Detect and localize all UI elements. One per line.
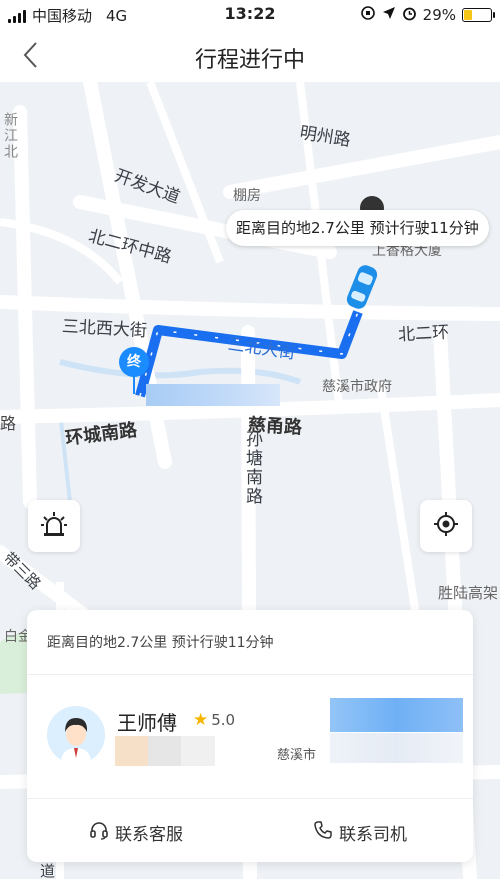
location-arrow-icon — [382, 6, 396, 24]
battery-icon — [462, 8, 495, 22]
rating-value: 5.0 — [211, 711, 236, 729]
card-divider-bottom — [27, 798, 473, 799]
car-icon — [346, 265, 378, 309]
alarm-button[interactable] — [28, 500, 80, 552]
trip-card: 距离目的地2.7公里 预计行驶11分钟 王师傅 ★ 5.0 慈溪市 联系客服 联… — [27, 610, 473, 862]
phone-icon — [313, 820, 333, 845]
driver-name: 王师傅 — [117, 711, 177, 735]
card-divider-top — [27, 674, 473, 675]
card-eta-text: 距离目的地2.7公里 预计行驶11分钟 — [47, 635, 274, 651]
rotation-lock-icon — [360, 5, 376, 25]
contact-service-label: 联系客服 — [115, 825, 183, 845]
star-icon: ★ — [193, 710, 209, 730]
map-label-suntang-south: 孙塘南路 — [242, 430, 262, 506]
battery-percent: 29% — [422, 6, 456, 24]
map-label-cixi-gov: 慈溪市政府 — [322, 379, 392, 395]
page-title: 行程进行中 — [194, 48, 305, 73]
end-marker: 终 — [119, 347, 149, 377]
map-label-pengfang: 棚房 — [233, 188, 261, 204]
car-model-blur — [330, 733, 463, 763]
alarm-light-icon — [39, 509, 69, 543]
destination-label-blur — [146, 384, 280, 406]
status-bar: 中国移动 4G 13:22 29% — [0, 0, 500, 30]
map-label-beierhuan: 北二环 — [397, 322, 450, 346]
eta-bubble: 距离目的地2.7公里 预计行驶11分钟 — [226, 210, 489, 246]
map-label-dao: 道 — [40, 862, 56, 879]
map-label-road-left: 路 — [0, 414, 17, 433]
driver-avatar[interactable] — [47, 706, 105, 764]
status-right: 29% — [360, 5, 495, 25]
end-marker-stem — [133, 376, 135, 394]
contact-driver-button[interactable]: 联系司机 — [313, 820, 407, 845]
alarm-clock-icon — [402, 6, 417, 25]
car-city-label: 慈溪市 — [277, 748, 317, 763]
nav-bar: 行程进行中 — [0, 30, 500, 82]
driver-rating: ★ 5.0 — [193, 710, 235, 730]
map-label-xinjiang-north: 新江北 — [2, 112, 18, 160]
locate-button[interactable] — [420, 500, 472, 552]
headset-icon — [89, 820, 109, 845]
car-plate-blur — [330, 698, 463, 732]
locate-icon — [432, 510, 460, 542]
contact-driver-label: 联系司机 — [339, 825, 407, 845]
contact-service-button[interactable]: 联系客服 — [89, 820, 183, 845]
map-label-sanbei-west: 三北西大街 — [61, 316, 148, 342]
driver-info-blur — [115, 736, 215, 766]
battery-fill — [464, 10, 472, 20]
map-label-shengluo: 胜陆高架 — [438, 584, 499, 602]
